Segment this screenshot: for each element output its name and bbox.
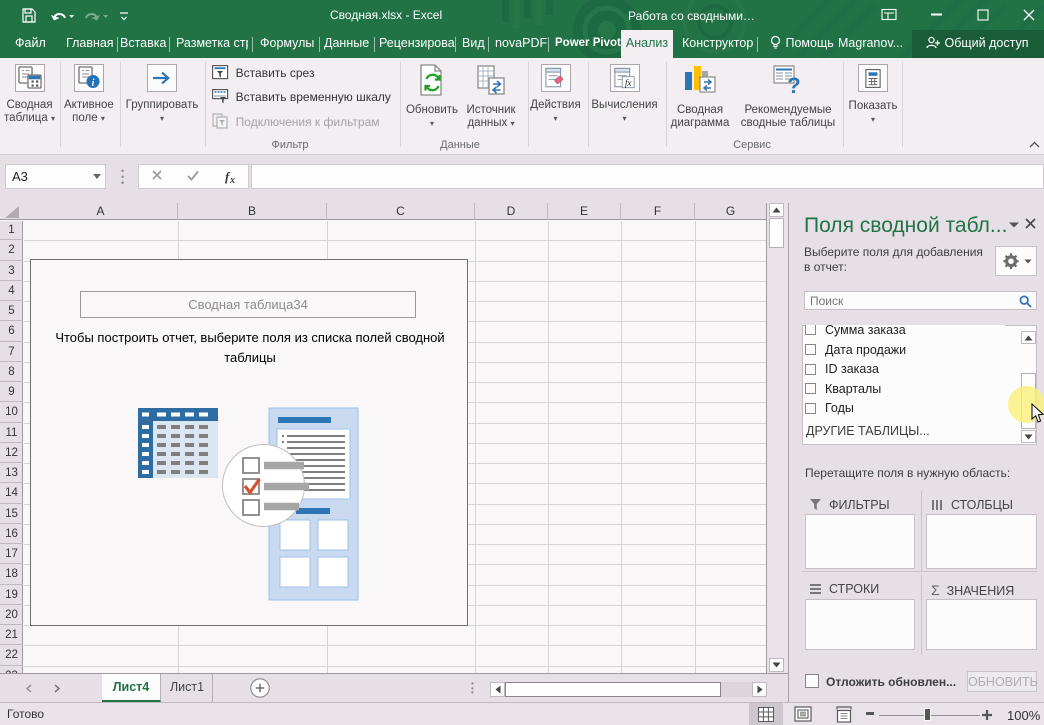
svg-text:x: x <box>229 175 235 186</box>
svg-text:fx: fx <box>624 77 631 87</box>
svg-text:i: i <box>91 78 94 89</box>
svg-text:?: ? <box>787 73 800 96</box>
